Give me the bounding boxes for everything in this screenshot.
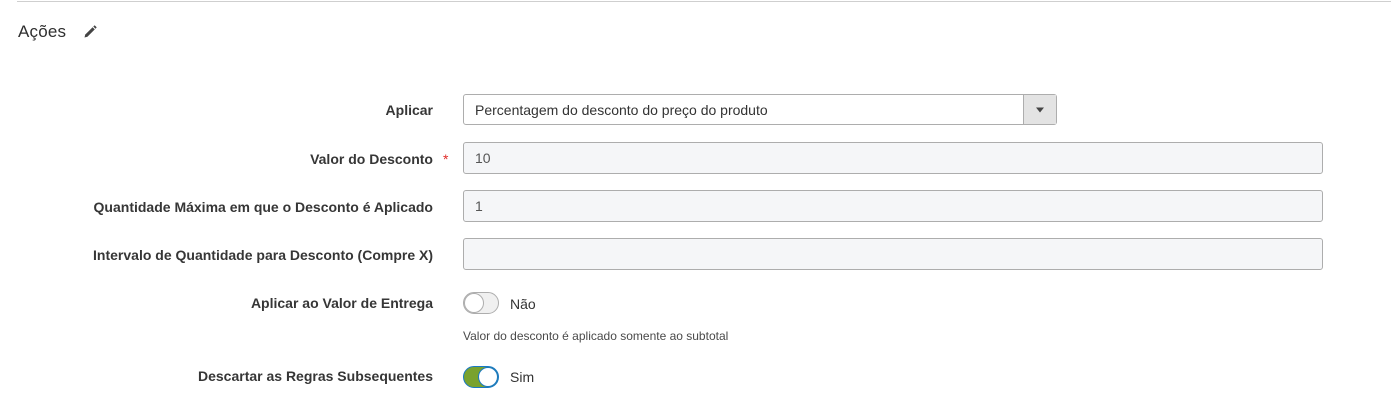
discount-amount-label: Valor do Desconto <box>310 151 433 167</box>
section-title: Ações <box>18 22 67 41</box>
apply-label: Aplicar <box>385 102 433 118</box>
required-asterisk: * <box>443 151 449 167</box>
apply-to-shipping-toggle[interactable] <box>463 292 499 314</box>
max-qty-label: Quantidade Máxima em que o Desconto é Ap… <box>93 199 433 215</box>
toggle-knob <box>478 367 498 387</box>
discard-subsequent-label: Descartar as Regras Subsequentes <box>198 368 433 384</box>
discount-amount-input[interactable]: 10 <box>463 142 1323 174</box>
pencil-icon[interactable] <box>82 24 98 40</box>
caret-down-icon[interactable] <box>1023 95 1056 124</box>
apply-to-shipping-label: Aplicar ao Valor de Entrega <box>250 295 433 311</box>
apply-to-shipping-state: Não <box>510 296 536 312</box>
max-qty-input[interactable]: 1 <box>463 190 1323 222</box>
apply-to-shipping-note: Valor do desconto é aplicado somente ao … <box>463 329 729 343</box>
apply-select-value: Percentagem do desconto do preço do prod… <box>475 102 768 118</box>
discount-step-label: Intervalo de Quantidade para Desconto (C… <box>93 247 433 263</box>
toggle-knob <box>464 293 484 313</box>
actions-panel: Ações Aplicar Percentagem do desconto do… <box>0 0 1391 407</box>
section-header: Ações <box>18 20 98 44</box>
apply-select[interactable]: Percentagem do desconto do preço do prod… <box>463 94 1057 125</box>
discard-subsequent-toggle[interactable] <box>463 366 499 388</box>
discount-step-input[interactable] <box>463 238 1323 270</box>
divider <box>17 1 1391 2</box>
discard-subsequent-state: Sim <box>510 369 535 385</box>
